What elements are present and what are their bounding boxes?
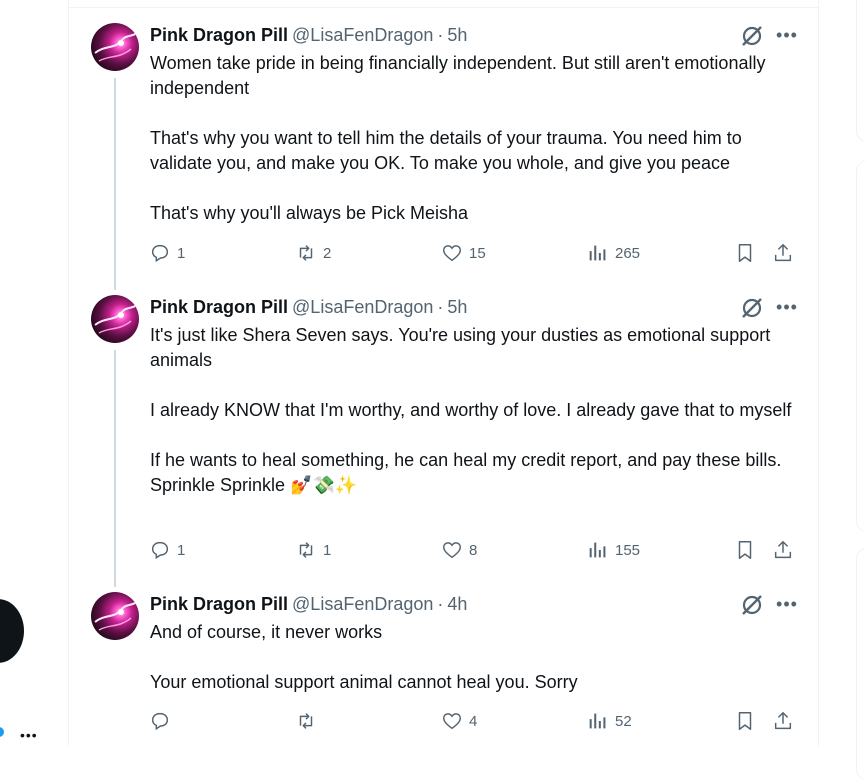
bookmark-button[interactable] — [734, 242, 756, 264]
verified-badge-icon — [0, 727, 4, 737]
bookmark-icon — [738, 541, 752, 559]
tweet[interactable]: Pink Dragon Pill @LisaFenDragon · 5h •••… — [69, 0, 818, 290]
bookmark-button[interactable] — [734, 710, 756, 732]
tweet-text: And of course, it never works Your emoti… — [150, 620, 795, 695]
avatar[interactable] — [91, 23, 139, 71]
user-handle[interactable]: @LisaFenDragon — [292, 297, 433, 318]
repost-button[interactable] — [295, 710, 323, 732]
repost-icon — [299, 542, 313, 558]
display-name[interactable]: Pink Dragon Pill — [150, 297, 288, 318]
tweet-paragraph: Women take pride in being financially in… — [150, 53, 766, 98]
heart-icon — [443, 245, 461, 262]
share-icon — [774, 541, 792, 559]
tweet[interactable]: Pink Dragon Pill @LisaFenDragon · 5h •••… — [69, 290, 818, 587]
tweet-text: It's just like Shera Seven says. You're … — [150, 323, 795, 498]
views-count: 155 — [615, 541, 641, 559]
reply-icon — [151, 712, 169, 731]
timestamp[interactable]: 4h — [447, 594, 467, 615]
sidebar-card — [856, 548, 865, 780]
share-icon — [774, 244, 792, 262]
timestamp[interactable]: 5h — [447, 25, 467, 46]
tweet-paragraph: That's why you'll always be Pick Meisha — [150, 203, 468, 223]
like-button[interactable]: 15 — [441, 242, 486, 264]
views-icon — [589, 713, 606, 729]
bookmark-icon — [738, 244, 752, 262]
display-name[interactable]: Pink Dragon Pill — [150, 25, 288, 46]
views-button[interactable]: 52 — [587, 710, 632, 732]
tweet-actions: 4 52 — [149, 710, 799, 734]
repost-button[interactable]: 2 — [295, 242, 331, 264]
separator: · — [437, 296, 444, 317]
separator: · — [437, 24, 444, 45]
more-options-icon[interactable]: ••• — [773, 25, 801, 45]
reply-button[interactable] — [149, 710, 177, 732]
share-icon — [774, 712, 792, 730]
timestamp[interactable]: 5h — [447, 297, 467, 318]
like-button[interactable]: 8 — [441, 539, 477, 561]
tweet-paragraph: Your emotional support animal cannot hea… — [150, 672, 578, 692]
share-button[interactable] — [772, 539, 794, 561]
heart-icon — [443, 542, 461, 559]
tweet-actions: 1 1 8 155 — [149, 539, 799, 563]
tweet-header: Pink Dragon Pill @LisaFenDragon · 5h — [150, 25, 467, 45]
left-nav-rail: ••• — [0, 0, 68, 746]
share-button[interactable] — [772, 242, 794, 264]
tweet-paragraph: And of course, it never works — [150, 622, 383, 642]
tweet-paragraph: It's just like Shera Seven says. You're … — [150, 325, 771, 370]
repost-icon — [299, 245, 313, 261]
tweet-text: Women take pride in being financially in… — [150, 51, 795, 226]
tweet-header: Pink Dragon Pill @LisaFenDragon · 4h — [150, 594, 467, 614]
reply-count: 1 — [177, 541, 186, 559]
tweet-header: Pink Dragon Pill @LisaFenDragon · 5h — [150, 297, 467, 317]
views-count: 265 — [615, 244, 641, 262]
tweet[interactable]: Pink Dragon Pill @LisaFenDragon · 4h •••… — [69, 587, 818, 746]
reply-icon — [151, 541, 169, 560]
separator: · — [437, 593, 444, 614]
like-count: 15 — [469, 244, 486, 262]
bookmark-icon — [738, 712, 752, 730]
tweet-paragraph: That's why you want to tell him the deta… — [150, 128, 742, 173]
views-button[interactable]: 265 — [587, 242, 640, 264]
avatar[interactable] — [91, 592, 139, 640]
views-icon — [589, 245, 606, 261]
reply-count: 1 — [177, 244, 186, 262]
display-name[interactable]: Pink Dragon Pill — [150, 594, 288, 615]
like-button[interactable]: 4 — [441, 710, 477, 732]
heart-icon — [443, 713, 461, 730]
avatar[interactable] — [91, 295, 139, 343]
reply-button[interactable]: 1 — [149, 242, 185, 264]
repost-count: 1 — [323, 541, 332, 559]
views-button[interactable]: 155 — [587, 539, 640, 561]
reply-icon — [151, 244, 169, 263]
share-button[interactable] — [772, 710, 794, 732]
views-icon — [589, 542, 606, 558]
repost-count: 2 — [323, 244, 332, 262]
thread-column: Pink Dragon Pill @LisaFenDragon · 5h •••… — [68, 0, 819, 746]
sidebar-card — [856, 160, 865, 532]
right-sidebar — [818, 0, 865, 780]
more-options-icon[interactable]: ••• — [773, 594, 801, 614]
user-handle[interactable]: @LisaFenDragon — [292, 25, 433, 46]
grok-icon[interactable] — [740, 296, 764, 320]
tweet-actions: 1 2 15 265 — [149, 242, 799, 266]
grok-icon[interactable] — [740, 593, 764, 617]
like-count: 4 — [469, 712, 478, 730]
account-more-icon[interactable]: ••• — [20, 728, 38, 742]
post-fab-button[interactable] — [0, 599, 24, 663]
reply-button[interactable]: 1 — [149, 539, 185, 561]
sidebar-card — [856, 0, 865, 142]
bookmark-button[interactable] — [734, 539, 756, 561]
tweet-paragraph: I already KNOW that I'm worthy, and wort… — [150, 400, 792, 420]
repost-button[interactable]: 1 — [295, 539, 331, 561]
repost-icon — [299, 713, 313, 729]
user-handle[interactable]: @LisaFenDragon — [292, 594, 433, 615]
grok-icon[interactable] — [740, 24, 764, 48]
views-count: 52 — [615, 712, 632, 730]
tweet-paragraph: If he wants to heal something, he can he… — [150, 450, 782, 495]
more-options-icon[interactable]: ••• — [773, 297, 801, 317]
like-count: 8 — [469, 541, 478, 559]
